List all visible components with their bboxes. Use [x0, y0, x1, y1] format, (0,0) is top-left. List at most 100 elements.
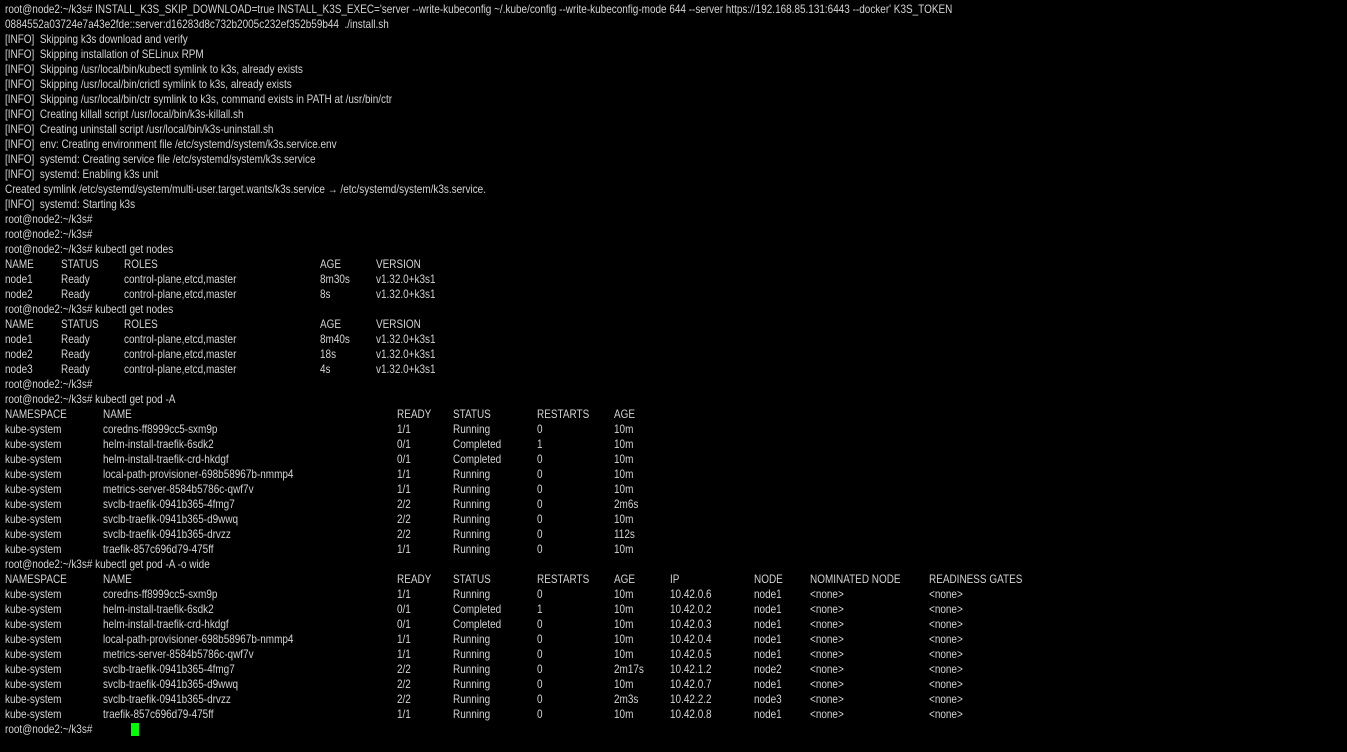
table-cell: local-path-provisioner-698b58967b-nmmp4 — [103, 632, 294, 646]
table-cell: kube-system — [5, 632, 62, 646]
pods-table-row: kube-system svclb-traefik-0941b365-drvzz 2… — [0, 692, 1347, 707]
table-cell: 0 — [537, 632, 543, 646]
table-cell: READINESS GATES — [929, 572, 1023, 586]
terminal-line-text: root@node2:~/k3s# — [5, 212, 93, 226]
terminal-line: [INFO] Creating killall script /usr/loca… — [0, 107, 1347, 122]
table-cell: 10.42.0.8 — [670, 707, 712, 721]
pods-table-row: kube-system helm-install-traefik-crd-hkdg… — [0, 617, 1347, 632]
table-cell: Running — [453, 542, 491, 556]
terminal-line: root@node2:~/k3s# — [0, 722, 1347, 737]
table-cell: Running — [453, 647, 491, 661]
table-cell: VERSION — [376, 317, 421, 331]
table-cell: <none> — [929, 677, 963, 691]
table-cell: control-plane,etcd,master — [124, 332, 237, 346]
terminal-line: root@node2:~/k3s# — [0, 377, 1347, 392]
table-cell: 10m — [614, 602, 634, 616]
terminal-window[interactable]: root@node2:~/k3s# INSTALL_K3S_SKIP_DOWNL… — [0, 0, 1347, 752]
terminal-line-text: root@node2:~/k3s# — [5, 227, 93, 241]
terminal-line: [INFO] Skipping /usr/local/bin/ctr symli… — [0, 92, 1347, 107]
terminal-line: [INFO] systemd: Creating service file /e… — [0, 152, 1347, 167]
table-cell: <none> — [929, 602, 963, 616]
table-cell: Ready — [61, 347, 90, 361]
table-cell: 10m — [614, 452, 634, 466]
table-cell: NODE — [754, 572, 783, 586]
table-cell: 0 — [537, 467, 543, 481]
table-cell: 2m3s — [614, 692, 639, 706]
table-cell: IP — [670, 572, 680, 586]
table-cell: 1/1 — [397, 647, 411, 661]
table-cell: READY — [397, 572, 432, 586]
table-cell: control-plane,etcd,master — [124, 347, 237, 361]
table-cell: Running — [453, 632, 491, 646]
table-cell: Ready — [61, 272, 90, 286]
table-cell: node1 — [754, 617, 782, 631]
table-cell: 8m30s — [320, 272, 350, 286]
table-cell: 8m40s — [320, 332, 350, 346]
table-cell: helm-install-traefik-crd-hkdgf — [103, 617, 229, 631]
table-cell: 0 — [537, 497, 543, 511]
table-cell: 1/1 — [397, 587, 411, 601]
table-cell: svclb-traefik-0941b365-d9wwq — [103, 677, 239, 691]
table-cell: node1 — [5, 332, 33, 346]
table-cell: svclb-traefik-0941b365-drvzz — [103, 692, 231, 706]
table-cell: 10.42.2.2 — [670, 692, 712, 706]
table-cell: node1 — [754, 602, 782, 616]
table-cell: NAMESPACE — [5, 407, 67, 421]
table-cell: 4s — [320, 362, 331, 376]
table-cell: kube-system — [5, 677, 62, 691]
table-cell: coredns-ff8999cc5-sxm9p — [103, 422, 218, 436]
table-cell: kube-system — [5, 452, 62, 466]
table-cell: kube-system — [5, 617, 62, 631]
terminal-line-text: [INFO] Creating uninstall script /usr/lo… — [5, 122, 274, 136]
table-cell: 0 — [537, 662, 543, 676]
nodes-table-row: node1 Ready control-plane,etcd,master 8m40s… — [0, 332, 1347, 347]
pods-table-row: kube-system coredns-ff8999cc5-sxm9p 1/1 Run… — [0, 422, 1347, 437]
table-cell: Completed — [453, 602, 502, 616]
table-cell: 18s — [320, 347, 337, 361]
table-cell: RESTARTS — [537, 572, 590, 586]
table-cell: 2m6s — [614, 497, 639, 511]
table-cell: <none> — [810, 707, 844, 721]
table-cell: svclb-traefik-0941b365-4fmg7 — [103, 497, 235, 511]
table-cell: 8s — [320, 287, 331, 301]
pods-table-row: kube-system helm-install-traefik-crd-hkdg… — [0, 452, 1347, 467]
table-cell: kube-system — [5, 707, 62, 721]
terminal-line-text: [INFO] systemd: Enabling k3s unit — [5, 167, 159, 181]
table-cell: 0/1 — [397, 602, 411, 616]
terminal-line-text: root@node2:~/k3s# — [5, 722, 93, 736]
table-cell: Running — [453, 467, 491, 481]
table-cell: Running — [453, 527, 491, 541]
terminal-line: root@node2:~/k3s# kubectl get nodes — [0, 242, 1347, 257]
table-cell: 1/1 — [397, 707, 411, 721]
terminal-line: root@node2:~/k3s# — [0, 227, 1347, 242]
table-cell: 2/2 — [397, 677, 411, 691]
terminal-line-text: [INFO] Skipping /usr/local/bin/ctr symli… — [5, 92, 393, 106]
pods-table-row: kube-system local-path-provisioner-698b58… — [0, 632, 1347, 647]
pods-table-row: kube-system traefik-857c696d79-475ff 1/1 Ru… — [0, 707, 1347, 722]
terminal-line: [INFO] Skipping /usr/local/bin/kubectl s… — [0, 62, 1347, 77]
terminal-line: root@node2:~/k3s# kubectl get nodes — [0, 302, 1347, 317]
table-cell: kube-system — [5, 422, 62, 436]
terminal-cursor[interactable] — [131, 723, 139, 736]
table-cell: node2 — [5, 287, 33, 301]
terminal-line-text: [INFO] systemd: Creating service file /e… — [5, 152, 316, 166]
table-cell: <none> — [929, 707, 963, 721]
table-cell: v1.32.0+k3s1 — [376, 347, 436, 361]
table-cell: metrics-server-8584b5786c-qwf7v — [103, 647, 254, 661]
terminal-line: root@node2:~/k3s# INSTALL_K3S_SKIP_DOWNL… — [0, 2, 1347, 17]
nodes-table-row: node2 Ready control-plane,etcd,master 8s v1.… — [0, 287, 1347, 302]
table-cell: kube-system — [5, 512, 62, 526]
table-cell: 2/2 — [397, 497, 411, 511]
table-cell: 0 — [537, 617, 543, 631]
table-cell: Completed — [453, 437, 502, 451]
table-cell: control-plane,etcd,master — [124, 287, 237, 301]
terminal-line: Created symlink /etc/systemd/system/mult… — [0, 182, 1347, 197]
table-cell: control-plane,etcd,master — [124, 362, 237, 376]
table-cell: 112s — [614, 527, 635, 541]
pods-table-row: kube-system svclb-traefik-0941b365-d9wwq 2… — [0, 677, 1347, 692]
table-cell: 10m — [614, 617, 634, 631]
terminal-line-text: root@node2:~/k3s# INSTALL_K3S_SKIP_DOWNL… — [5, 2, 953, 16]
table-cell: 10m — [614, 647, 634, 661]
table-cell: v1.32.0+k3s1 — [376, 332, 436, 346]
table-cell: kube-system — [5, 587, 62, 601]
